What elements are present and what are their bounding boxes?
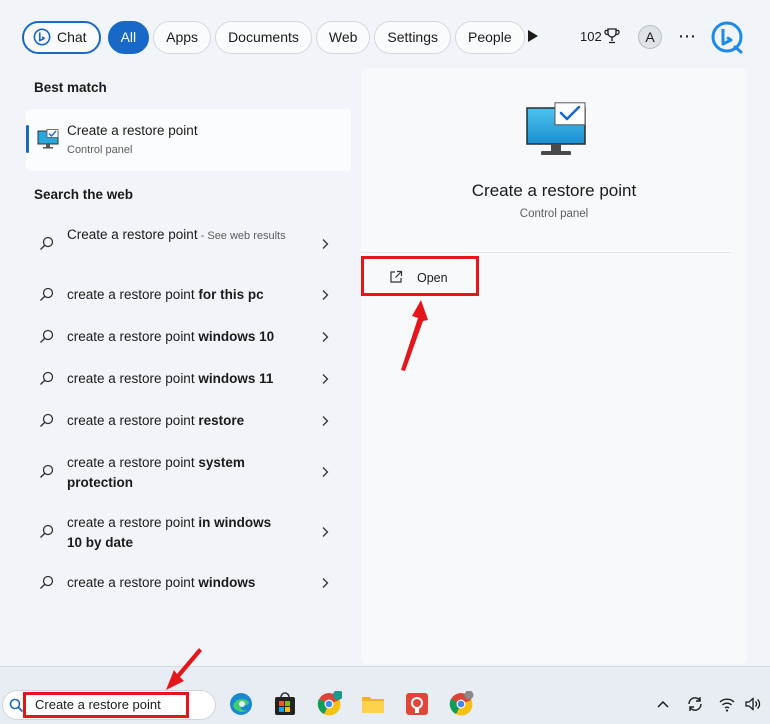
web-result-text: Create a restore point - See web results — [67, 227, 286, 242]
chrome-icon[interactable] — [448, 691, 474, 717]
web-result-text: create a restore point windows — [67, 575, 256, 590]
taskbar: Create a restore point — [0, 666, 770, 724]
taskbar-search-input[interactable]: Create a restore point — [35, 697, 161, 712]
search-web-heading: Search the web — [34, 187, 134, 202]
chevron-right-icon — [322, 239, 329, 249]
filter-people[interactable]: People — [455, 20, 525, 54]
chevron-right-icon — [322, 467, 329, 477]
search-icon — [40, 464, 54, 478]
search-icon — [40, 413, 54, 427]
web-result-text: create a restore point for this pc — [67, 287, 264, 302]
rewards-points[interactable]: 102 — [580, 29, 602, 44]
preview-subtitle: Control panel — [519, 208, 589, 220]
web-result-item[interactable]: Create a restore point - See web results — [26, 214, 351, 274]
avatar[interactable]: A — [638, 25, 662, 49]
trophy-icon[interactable] — [604, 27, 620, 45]
volume-icon[interactable] — [744, 695, 762, 713]
chrome-profile-icon[interactable] — [316, 691, 342, 717]
search-icon — [9, 698, 24, 713]
search-icon — [40, 524, 54, 538]
search-highlight-box: Create a restore point — [23, 692, 189, 718]
filter-apps[interactable]: Apps — [153, 20, 212, 54]
filter-bar: Chat All Apps Documents Web Settings Peo… — [22, 20, 529, 54]
search-icon — [40, 575, 54, 589]
chevron-right-icon — [322, 290, 329, 300]
best-match-result[interactable]: Create a restore point Control panel — [26, 109, 351, 171]
selection-indicator — [26, 125, 29, 153]
filter-web[interactable]: Web — [315, 20, 371, 54]
filter-documents[interactable]: Documents — [215, 20, 312, 54]
web-result-item[interactable]: create a restore point system protection — [26, 442, 351, 502]
chat-label: Chat — [57, 29, 87, 45]
preview-divider — [361, 252, 731, 253]
open-button[interactable]: Open — [361, 256, 479, 296]
restore-point-large-icon — [526, 102, 586, 155]
edge-icon[interactable] — [228, 691, 254, 717]
web-result-text: create a restore point system protection — [67, 455, 245, 490]
web-result-item[interactable]: create a restore point in windows 10 by … — [26, 502, 351, 562]
chevron-right-icon — [322, 416, 329, 426]
filter-all[interactable]: All — [107, 20, 150, 54]
search-panel: Chat All Apps Documents Web Settings Peo… — [0, 0, 770, 666]
sync-icon[interactable] — [686, 695, 704, 713]
web-result-text: create a restore point restore — [67, 413, 245, 428]
open-label: Open — [417, 271, 448, 285]
search-icon — [40, 329, 54, 343]
filter-settings[interactable]: Settings — [374, 20, 452, 54]
chevron-up-icon[interactable] — [654, 695, 672, 713]
bing-icon[interactable] — [710, 20, 744, 54]
taskbar-search-box[interactable]: Create a restore point — [2, 690, 216, 720]
best-match-subtitle: Control panel — [67, 144, 133, 156]
bing-chat-icon — [33, 28, 51, 46]
chat-button[interactable]: Chat — [22, 20, 101, 54]
best-match-heading: Best match — [34, 80, 107, 95]
preview-title: Create a restore point — [471, 181, 637, 200]
web-results-list: Create a restore point - See web results… — [26, 214, 351, 604]
chevron-right-icon — [322, 527, 329, 537]
more-options-icon[interactable]: ⋯ — [678, 26, 697, 47]
web-result-item[interactable]: create a restore point for this pc — [26, 274, 351, 316]
chevron-right-icon — [322, 332, 329, 342]
web-result-item[interactable]: create a restore point windows — [26, 562, 351, 604]
screen-recorder-icon[interactable] — [404, 691, 430, 717]
chevron-right-icon — [322, 374, 329, 384]
file-explorer-icon[interactable] — [360, 691, 386, 717]
preview-pane: Create a restore point Control panel Ope… — [361, 68, 747, 664]
search-icon — [40, 287, 54, 301]
web-result-text: create a restore point in windows 10 by … — [67, 515, 272, 550]
restore-point-icon — [37, 129, 59, 149]
store-icon[interactable] — [272, 691, 298, 717]
web-result-text: create a restore point windows 11 — [67, 371, 274, 386]
web-result-item[interactable]: create a restore point windows 10 — [26, 316, 351, 358]
best-match-title: Create a restore point — [67, 123, 198, 138]
wifi-icon[interactable] — [718, 695, 736, 713]
search-icon — [40, 371, 54, 385]
more-filters-play-icon[interactable] — [528, 30, 538, 42]
web-result-text: create a restore point windows 10 — [67, 329, 275, 344]
chevron-right-icon — [322, 578, 329, 588]
web-result-item[interactable]: create a restore point windows 11 — [26, 358, 351, 400]
open-external-icon — [390, 270, 403, 283]
web-result-item[interactable]: create a restore point restore — [26, 400, 351, 442]
search-icon — [40, 236, 54, 250]
